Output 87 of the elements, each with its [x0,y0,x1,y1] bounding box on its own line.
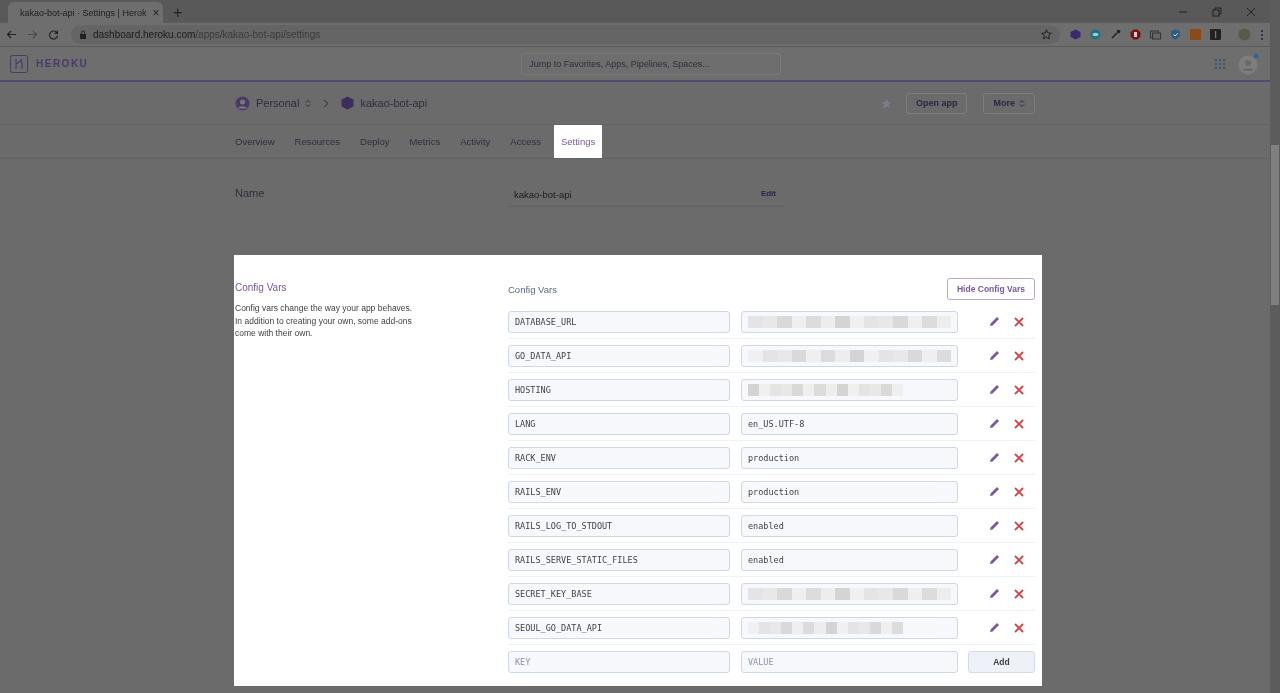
close-icon [1014,316,1024,327]
delete-button[interactable] [1014,520,1024,531]
pencil-icon [989,350,1000,361]
eye-icon[interactable] [1090,29,1101,40]
chevron-right-icon [323,98,330,108]
delete-button[interactable] [1014,452,1024,463]
stop-hand-icon[interactable] [1130,29,1141,40]
hexagon-icon[interactable] [1070,29,1081,40]
pencil-icon [989,418,1000,429]
value-input[interactable]: VALUE [741,651,958,673]
reload-icon[interactable] [48,29,59,40]
value-field[interactable]: production [741,446,958,469]
delete-button[interactable] [1014,554,1024,565]
lock-icon [79,29,87,40]
key-field[interactable]: SEOUL_GO_DATA_API [508,616,730,639]
close-icon[interactable] [1246,6,1256,17]
app-name-value: kakao-bot-api [514,189,572,200]
pencil-icon [989,452,1000,463]
windows-icon[interactable] [1150,29,1161,40]
pencil-icon [989,520,1000,531]
close-icon [1014,384,1024,395]
value-field[interactable]: production [741,480,958,503]
nav-tab[interactable]: Settings [553,125,603,158]
value-field[interactable]: enabled [741,514,958,537]
key-field[interactable]: LANG [508,412,730,435]
key-field[interactable]: SECRET_KEY_BASE [508,582,730,605]
hide-config-vars-button[interactable]: Hide Config Vars [947,278,1035,300]
close-icon [1014,554,1024,565]
delete-button[interactable] [1014,316,1024,327]
key-input[interactable]: KEY [508,651,730,673]
edit-button[interactable] [989,588,1000,599]
key-field[interactable]: RACK_ENV [508,446,730,469]
edit-button[interactable] [989,486,1000,497]
edit-button[interactable] [989,520,1000,531]
key-field[interactable]: HOSTING [508,378,730,401]
star-icon[interactable] [1041,29,1052,40]
heroku-logo-icon [10,54,28,73]
edit-button[interactable] [989,622,1000,633]
scrollbar-thumb[interactable] [1271,145,1279,305]
close-icon [1014,350,1024,361]
delete-button[interactable] [1014,350,1024,361]
value-field[interactable]: en_US.UTF-8 [741,412,958,435]
menu-icon[interactable] [1260,28,1264,41]
edit-button[interactable] [989,418,1000,429]
close-icon [1014,520,1024,531]
close-icon [1014,486,1024,497]
section-title: Config Vars [235,282,288,293]
edit-button[interactable] [989,384,1000,395]
chevron-up-down-icon [1019,98,1025,108]
pencil-icon [989,316,1000,327]
tab-title: kakao-bot-api · Settings | Herok [20,7,147,18]
edit-button[interactable] [989,350,1000,361]
key-field[interactable]: RAILS_ENV [508,480,730,503]
back-icon[interactable] [6,29,17,40]
delete-button[interactable] [1014,588,1024,599]
shield-icon[interactable] [1170,29,1181,40]
key-field[interactable]: RAILS_SERVE_STATIC_FILES [508,548,730,571]
key-field[interactable]: DATABASE_URL [508,310,730,333]
pencil-icon [989,622,1000,633]
edit-button[interactable] [989,554,1000,565]
edit-button[interactable] [989,316,1000,327]
section-description: Config vars change the way your app behaves. In addition to creating your own, some add-ons come with their own. [235,302,414,340]
key-field[interactable]: RAILS_LOG_TO_STDOUT [508,514,730,537]
close-icon [1014,452,1024,463]
add-button[interactable]: Add [968,651,1035,673]
config-vars-heading: Config Vars [508,283,557,295]
delete-button[interactable] [1014,384,1024,395]
eyedropper-icon[interactable] [1110,29,1121,40]
app-name: kakao-bot-api [360,97,428,109]
close-icon [1014,418,1024,429]
delete-button[interactable] [1014,622,1024,633]
value-field[interactable]: enabled [741,548,958,571]
edit-button[interactable] [989,452,1000,463]
close-icon [1014,588,1024,599]
hexagon-icon [341,96,355,110]
bar-square-icon[interactable] [1210,29,1221,40]
star-icon[interactable] [880,97,892,109]
delete-button[interactable] [1014,486,1024,497]
key-field[interactable]: GO_DATA_API [508,344,730,367]
person-icon [235,95,250,111]
close-icon [1014,622,1024,633]
delete-button[interactable] [1014,418,1024,429]
pencil-icon [989,486,1000,497]
setting-label: Name [235,187,266,199]
pencil-icon [989,554,1000,565]
pencil-icon [989,384,1000,395]
pencil-icon [989,588,1000,599]
